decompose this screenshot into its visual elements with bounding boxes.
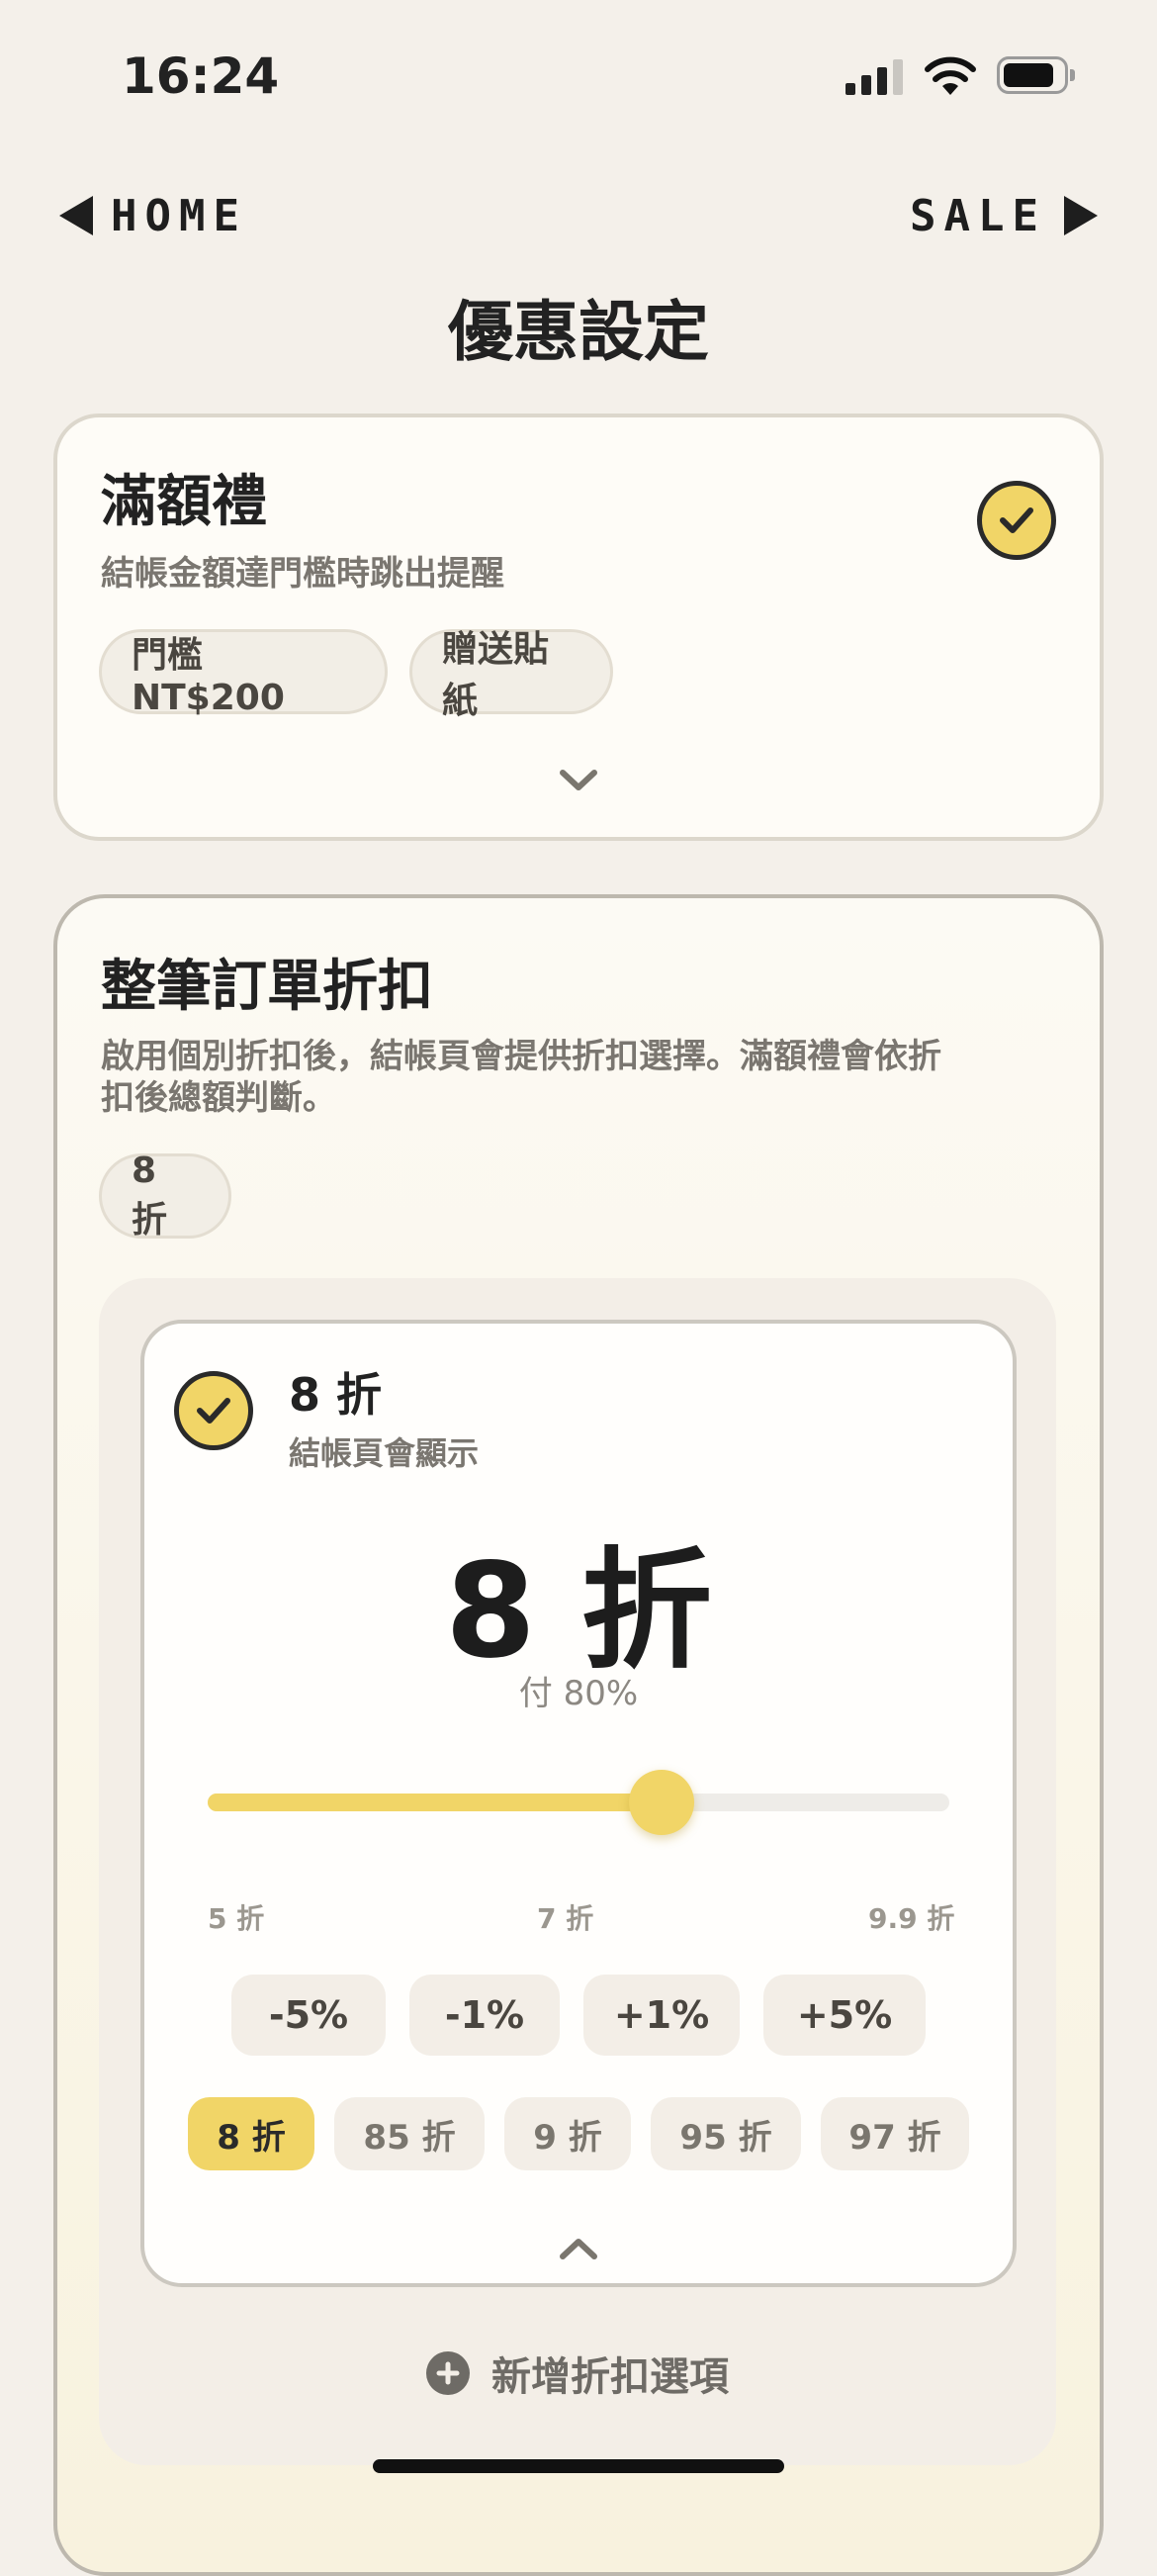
option-title: 8 折 (289, 1368, 383, 1422)
arrow-left-icon (59, 196, 93, 235)
add-option-label: 新增折扣選項 (491, 2354, 729, 2400)
gift-card-subtitle: 結帳金額達門檻時跳出提醒 (101, 554, 504, 594)
add-discount-option-button[interactable]: 新增折扣選項 (99, 2341, 1056, 2406)
discount-card-title: 整筆訂單折扣 (101, 955, 433, 1019)
nav-sale-label: SALE (910, 190, 1046, 241)
slider-mid-label: 7 折 (537, 1902, 594, 1935)
active-discount-chip[interactable]: 8 折 (99, 1150, 231, 1241)
slider-max-label: 9.9 折 (868, 1902, 955, 1935)
page-title: 優惠設定 (448, 294, 709, 370)
wifi-icon (924, 53, 977, 97)
gift-card-title: 滿額禮 (101, 470, 267, 534)
step-plus-5-button[interactable]: +5% (763, 1975, 926, 2056)
discount-slider-thumb[interactable] (629, 1770, 695, 1835)
slider-min-label: 5 折 (208, 1902, 265, 1935)
gift-threshold-chip[interactable]: 門檻 NT$200 (99, 629, 388, 718)
step-plus-1-button[interactable]: +1% (583, 1975, 740, 2056)
battery-icon (997, 56, 1076, 94)
preset-85-button[interactable]: 85 折 (334, 2097, 485, 2170)
chevron-up-icon[interactable] (559, 2236, 598, 2261)
nav-sale-button[interactable]: SALE (910, 191, 1098, 241)
home-indicator (373, 2459, 784, 2473)
plus-icon (426, 2351, 470, 2395)
preset-95-button[interactable]: 95 折 (651, 2097, 801, 2170)
cellular-signal-icon (846, 59, 905, 95)
pay-percentage-text: 付 80% (518, 1674, 639, 1713)
discount-card-description-line2: 扣後總額判斷。 (101, 1078, 336, 1118)
preset-8-button[interactable]: 8 折 (188, 2097, 314, 2170)
preset-9-button[interactable]: 9 折 (504, 2097, 631, 2170)
gift-item-chip[interactable]: 贈送貼紙 (409, 629, 613, 721)
step-minus-1-button[interactable]: -1% (409, 1975, 560, 2056)
discount-slider-fill (208, 1794, 663, 1811)
arrow-right-icon (1064, 196, 1098, 235)
option-subtitle: 結帳頁會顯示 (289, 1434, 480, 1472)
preset-97-button[interactable]: 97 折 (821, 2097, 969, 2170)
step-minus-5-button[interactable]: -5% (231, 1975, 386, 2056)
check-icon (1000, 507, 1033, 533)
chevron-down-icon[interactable] (559, 768, 598, 793)
gift-enabled-toggle[interactable] (977, 481, 1056, 560)
option-enabled-toggle[interactable] (174, 1371, 253, 1450)
status-time: 16:24 (122, 47, 280, 105)
check-icon (197, 1398, 230, 1424)
nav-home-label: HOME (111, 190, 247, 241)
nav-home-button[interactable]: HOME (59, 191, 247, 241)
